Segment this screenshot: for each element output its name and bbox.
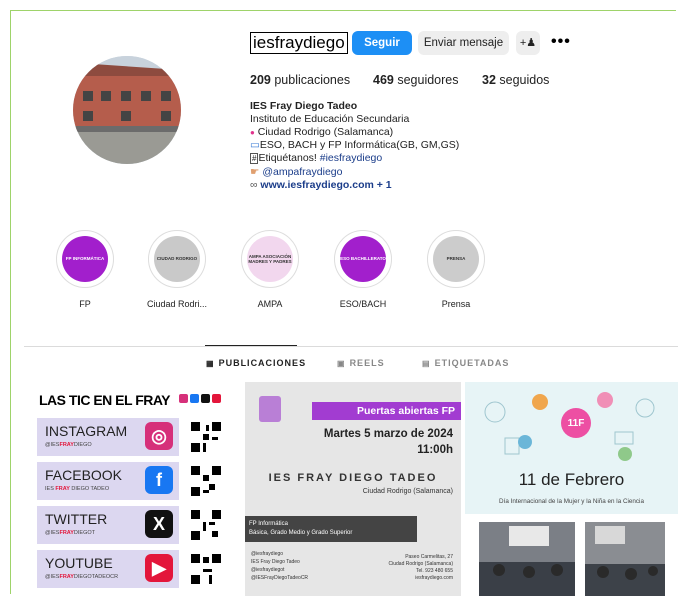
location-pin-icon: ●: [250, 127, 255, 137]
profile-avatar[interactable]: [73, 56, 181, 164]
highlight-label: AMPA: [257, 299, 283, 309]
highlight-label: Ciudad Rodri...: [147, 299, 208, 309]
follow-button[interactable]: Seguir: [352, 31, 412, 55]
highlight-ring: CIUDAD RODRIGO: [148, 230, 206, 288]
contact-list: @iesfraydiego IES Fray Diego Tadeo @iesf…: [251, 551, 309, 581]
highlight-ring: PRENSA: [427, 230, 485, 288]
highlight-cover: AMPA ASOCIACIÓN MADRES Y PADRES: [247, 236, 293, 282]
instagram-icon: ◎: [145, 422, 173, 450]
post-subtitle: Día Internacional de la Mujer y la Niña …: [499, 498, 644, 505]
post-banner: Puertas abiertas FP: [312, 402, 461, 420]
profile-bio: IES Fray Diego Tadeo Instituto de Educac…: [250, 100, 459, 192]
post-title: LAS TIC EN EL FRAY: [39, 392, 171, 408]
highlight-fp[interactable]: FP INFORMÁTICA FP: [55, 230, 115, 309]
11f-badge-icon: 11F: [561, 408, 591, 438]
bio-line-ampa: ☛ @ampafraydiego: [250, 166, 459, 179]
social-row-instagram: INSTAGRAM @IESFRAYDIEGO ◎: [37, 418, 179, 456]
classroom-photo: [479, 522, 575, 596]
post-tile-puertas-abiertas[interactable]: Puertas abiertas FP Martes 5 marzo de 20…: [245, 382, 461, 596]
hashtag-link[interactable]: #iesfraydiego: [320, 152, 382, 164]
bio-line-location: ● Ciudad Rodrigo (Salamanca): [250, 125, 394, 138]
post-tile-tic[interactable]: LAS TIC EN EL FRAY INSTAGRAM @IESFRAYDIE…: [33, 382, 230, 596]
profile-username: iesfraydiego: [250, 32, 348, 54]
website-link[interactable]: www.iesfraydiego.com + 1: [260, 179, 391, 191]
school-logo-icon: [259, 396, 281, 422]
book-icon: ▭: [250, 139, 260, 152]
qr-code-icon: [191, 422, 221, 452]
classroom-photo: [585, 522, 665, 596]
x-icon: X: [145, 510, 173, 538]
social-row-twitter: TWITTER @IESFRAYDIEGOT X: [37, 506, 179, 544]
youtube-icon: ▶: [145, 554, 173, 582]
following-label: seguidos: [499, 73, 550, 87]
highlight-cover: FP INFORMÁTICA: [62, 236, 108, 282]
highlight-ampa[interactable]: AMPA ASOCIACIÓN MADRES Y PADRES AMPA: [240, 230, 300, 309]
bio-line-studies: ▭ESO, BACH y FP Informática(GB, GM,GS): [250, 139, 460, 152]
social-icons-row: [179, 394, 221, 403]
fp-info-box: FP Informática Básica, Grado Medio y Gra…: [245, 516, 417, 542]
active-tab-indicator: [205, 345, 297, 346]
followers-label: seguidores: [397, 73, 459, 87]
tab-publicaciones[interactable]: ▦ PUBLICACIONES: [206, 358, 306, 368]
following-stat[interactable]: 32 seguidos: [482, 73, 549, 87]
post-tile-11-febrero[interactable]: 11F 11 de Febrero Día Internacional de l…: [465, 382, 678, 596]
bio-line-hashtag: # Etiquétanos! #iesfraydiego: [250, 152, 383, 165]
tab-etiquetadas[interactable]: ▤ ETIQUETADAS: [422, 358, 509, 368]
bio-name: IES Fray Diego Tadeo: [250, 100, 358, 112]
posts-label: publicaciones: [274, 73, 351, 87]
highlight-label: Prensa: [441, 299, 471, 309]
highlight-cover: CIUDAD RODRIGO: [154, 236, 200, 282]
instagram-icon: [179, 394, 188, 403]
highlight-ring: AMPA ASOCIACIÓN MADRES Y PADRES: [241, 230, 299, 288]
school-city: Ciudad Rodrigo (Salamanca): [362, 488, 453, 495]
event-date: Martes 5 marzo de 2024 11:00h: [323, 428, 453, 456]
social-row-facebook: FACEBOOK IES FRAY DIEGO TADEO f: [37, 462, 179, 500]
followers-count: 469: [373, 73, 394, 87]
bio-category: Instituto de Educación Secundaria: [250, 112, 410, 125]
social-row-youtube: YOUTUBE @IESFRAYDIEGOTADEOCR ▶: [37, 550, 179, 588]
ampa-mention-link[interactable]: @ampafraydiego: [262, 166, 342, 178]
highlight-cover: PRENSA: [433, 236, 479, 282]
highlight-cover: ESO BACHILLERATO: [340, 236, 386, 282]
reels-icon: ▣: [337, 359, 346, 368]
youtube-icon: [212, 394, 221, 403]
highlight-ring: FP INFORMÁTICA: [56, 230, 114, 288]
more-options-icon[interactable]: •••: [551, 33, 571, 51]
school-address: Paseo Carmelitas, 27 Ciudad Rodrigo (Sal…: [388, 554, 453, 581]
posts-count-stat: 209 publicaciones: [250, 73, 350, 87]
send-message-button[interactable]: Enviar mensaje: [418, 31, 509, 55]
post-title: 11 de Febrero: [518, 470, 625, 489]
tabs-divider: [24, 346, 678, 347]
highlight-prensa[interactable]: PRENSA Prensa: [426, 230, 486, 309]
post-illustration: [465, 382, 678, 514]
suggest-user-button[interactable]: +♟: [516, 31, 540, 55]
link-icon: ∞: [250, 178, 258, 191]
grid-icon: ▦: [206, 359, 215, 368]
posts-count: 209: [250, 73, 271, 87]
highlight-label: ESO/BACH: [339, 299, 387, 309]
qr-code-icon: [191, 510, 221, 540]
facebook-icon: f: [145, 466, 173, 494]
highlight-ring: ESO BACHILLERATO: [334, 230, 392, 288]
qr-code-icon: [191, 554, 221, 584]
highlight-label: FP: [79, 299, 91, 309]
bio-line-link: ∞ www.iesfraydiego.com + 1: [250, 179, 459, 192]
highlight-ciudad-rodrigo[interactable]: CIUDAD RODRIGO Ciudad Rodri...: [147, 230, 207, 309]
school-building-photo: [73, 56, 181, 164]
following-count: 32: [482, 73, 496, 87]
x-icon: [201, 394, 210, 403]
pointing-hand-icon: ☛: [250, 165, 260, 178]
school-name: IES FRAY DIEGO TADEO: [268, 472, 438, 484]
followers-stat[interactable]: 469 seguidores: [373, 73, 459, 87]
facebook-icon: [190, 394, 199, 403]
tagged-icon: ▤: [422, 359, 431, 368]
add-person-icon: +♟: [519, 37, 537, 49]
qr-code-icon: [191, 466, 221, 496]
highlight-eso-bach[interactable]: ESO BACHILLERATO ESO/BACH: [333, 230, 393, 309]
tab-reels[interactable]: ▣ REELS: [337, 358, 385, 368]
